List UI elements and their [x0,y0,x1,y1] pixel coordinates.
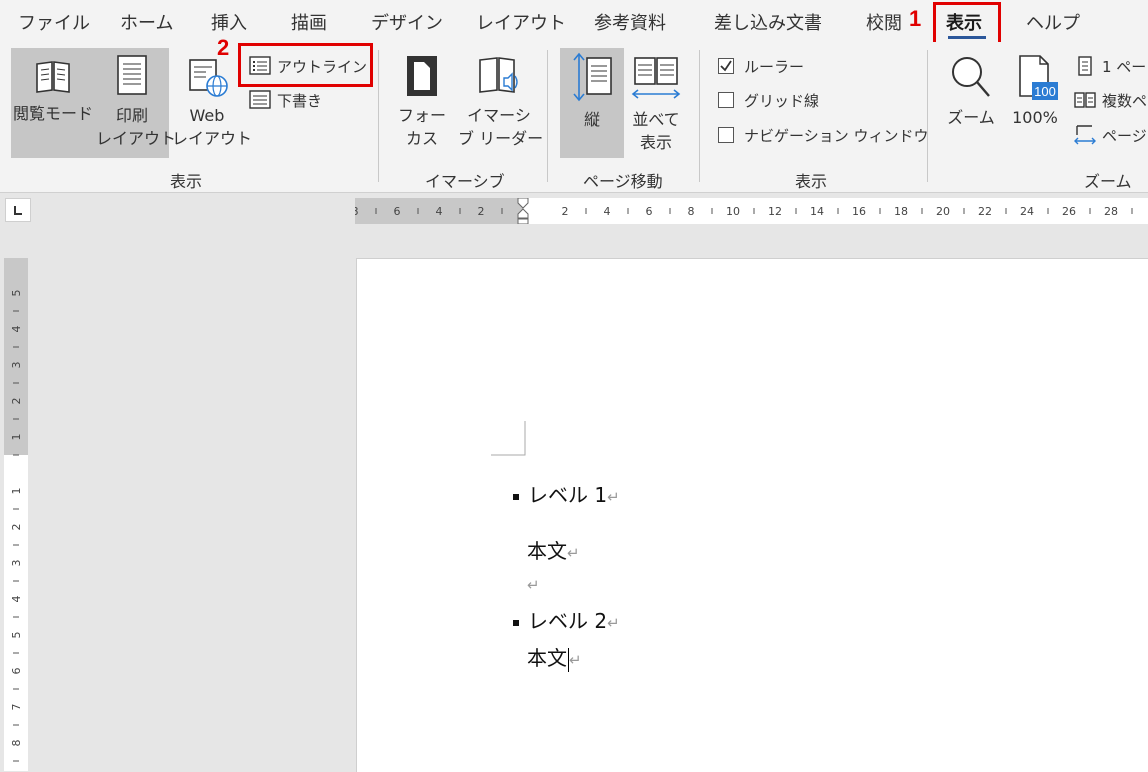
empty-paragraph[interactable]: ↵ [527,571,540,595]
vertical-button[interactable]: 縦 [562,52,622,131]
tab-draw[interactable]: 描画 [291,9,327,35]
group-label-view: 表示 [170,172,203,191]
group-label-page-move: ページ移動 [583,172,663,191]
ruler-checkbox[interactable]: ルーラー [718,54,804,78]
multiple-pages-button[interactable]: 複数ペ [1074,88,1147,112]
ruler-tick-label: 22 [978,205,992,218]
vertical-ruler[interactable]: 5 4 3 2 1 1 2 3 4 5 6 7 8 [4,258,28,771]
read-mode-button[interactable]: 閲覧モード [12,56,94,125]
navigation-pane-check-box [718,127,734,143]
tab-mailings[interactable]: 差し込み文書 [714,9,822,35]
vertical-scroll-icon [573,52,612,102]
document-page[interactable]: レベル 1↵ 本文↵ ↵ レベル 2↵ 本文 ↵ [356,258,1148,772]
ruler-tick-label: 3 [10,362,23,369]
tab-file[interactable]: ファイル [18,9,90,35]
ruler-tick-label: 20 [936,205,950,218]
web-layout-icon [189,59,228,97]
ruler-tick-label: 6 [646,205,653,218]
tab-help[interactable]: ヘルプ [1026,9,1080,35]
group-label-zoom: ズーム [1084,172,1132,191]
ruler-tick-label: 6 [394,205,401,218]
ruler-check-icon [718,58,734,74]
side-to-side-button[interactable]: 並べて 表示 [626,56,686,154]
ruler-tick-label: 4 [10,326,23,333]
tab-selector-button[interactable] [5,198,31,222]
ruler-tick-label: 12 [768,205,782,218]
ruler-tick-label: 14 [810,205,824,218]
magnifier-icon [952,57,990,97]
page-width-button[interactable]: ページ [1074,123,1147,147]
step-number-2: 2 [217,35,230,60]
ruler-tick-label: 24 [1020,205,1034,218]
highlight-box-outline [238,43,373,87]
zoom-100-icon-text: 100 [1034,84,1056,99]
ruler-tick-label: 6 [10,668,23,675]
group-label-immersive: イマーシブ [425,172,505,191]
ruler-tick-label: 28 [1104,205,1118,218]
bullet-icon [513,493,519,500]
ruler-tick-label: 4 [10,596,23,603]
focus-button[interactable]: フォー カス [392,54,452,150]
focus-icon [407,56,437,96]
ruler-tick-label: 7 [10,704,23,711]
draft-button[interactable]: 下書き [249,88,322,112]
page-width-icon [1074,125,1096,145]
outline-level-1-heading[interactable]: レベル 1↵ [513,479,620,508]
zoom-button[interactable]: ズーム [940,54,1002,129]
zoom-100-icon: 100 [1019,55,1058,100]
tab-home[interactable]: ホーム [120,9,173,35]
ruler-tick-label: 8 [688,205,695,218]
ruler-tick-label: 26 [1062,205,1076,218]
outline-level-2-heading[interactable]: レベル 2↵ [513,605,620,634]
tab-layout[interactable]: レイアウト [476,9,566,35]
web-layout-button[interactable]: Web レイアウト [172,56,252,150]
read-mode-icon [36,61,70,93]
ruler-tick-label: 2 [478,205,485,218]
tab-design[interactable]: デザイン [371,9,443,35]
side-to-side-icon [631,57,681,99]
left-tab-stop-icon [14,206,22,215]
ruler-tick-label: 1 [10,434,23,441]
print-layout-icon [117,55,147,95]
multiple-pages-icon [1074,92,1096,108]
ruler-tick-label: 18 [894,205,908,218]
vertical-ruler-scale: 5 4 3 2 1 1 2 3 4 5 6 7 8 [10,290,23,762]
one-page-button[interactable]: 1 ペー [1074,54,1146,78]
ruler-tick-label: 16 [852,205,866,218]
draft-view-icon [249,90,271,109]
step-number-1: 1 [909,6,922,31]
ruler-tick-label: 2 [10,398,23,405]
group-label-show: 表示 [795,172,828,191]
ruler-tick-label: 10 [726,205,740,218]
immersive-reader-icon [479,57,518,93]
bullet-icon [513,619,519,626]
navigation-pane-checkbox[interactable]: ナビゲーション ウィンドウ [718,123,928,147]
body-text-2[interactable]: 本文 ↵ [527,642,582,672]
ruler-tick-label: 5 [10,632,23,639]
ruler-tick-label: 2 [562,205,569,218]
ruler-tick-label: 4 [436,205,443,218]
immersive-reader-button[interactable]: イマーシ ブ リーダー [458,54,543,150]
horizontal-ruler-scale: 8642246810121416182022242628 [355,198,1133,224]
ruler-tick-label: 4 [604,205,611,218]
tab-references[interactable]: 参考資料 [594,9,666,35]
ruler-tick-label: 2 [10,524,23,531]
indent-marker[interactable] [517,198,529,224]
tab-insert[interactable]: 挿入 [211,9,247,35]
body-text-1[interactable]: 本文↵ [527,535,580,564]
print-layout-button[interactable]: 印刷 レイアウト [96,54,176,150]
horizontal-ruler[interactable]: 8642246810121416182022242628 [355,198,1148,224]
gridlines-checkbox[interactable]: グリッド線 [718,88,819,112]
gridlines-check-box [718,92,734,108]
ruler-tick-label: 8 [10,740,23,747]
text-boundary-corner-mark [491,421,526,456]
tab-review[interactable]: 校閲 [866,9,902,35]
ruler-tick-label: 5 [10,290,23,297]
ruler-tick-label: 1 [10,488,23,495]
ruler-tick-label: 8 [355,205,359,218]
zoom-100-button[interactable]: 100 100% [1006,54,1064,129]
one-page-icon [1078,56,1092,76]
ruler-tick-label: 3 [10,560,23,567]
